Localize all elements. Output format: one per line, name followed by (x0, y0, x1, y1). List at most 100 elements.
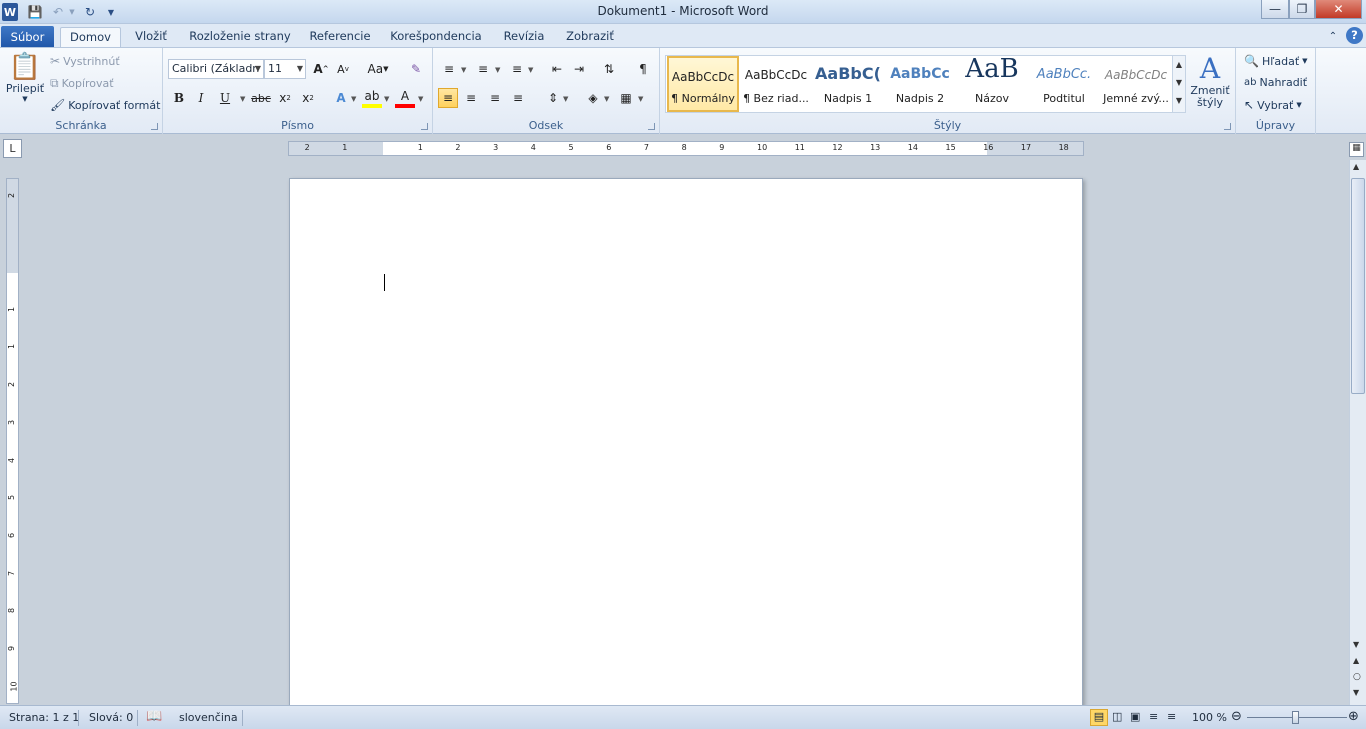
draft-icon[interactable]: ≡ (1167, 710, 1176, 723)
subscript-button[interactable]: x2 (275, 88, 295, 108)
copy-button[interactable]: ⧉ Kopírovať (50, 76, 114, 91)
format-painter-button[interactable]: 🖌 Kopírovať formát (50, 98, 160, 112)
word-count[interactable]: Slová: 0 (89, 711, 133, 724)
replace-button[interactable]: ab Nahradiť (1244, 76, 1307, 89)
numbering-button[interactable]: ≡ (473, 59, 493, 79)
bullets-dropdown-icon[interactable]: ▼ (461, 66, 466, 74)
bullets-button[interactable]: ≡ (439, 59, 459, 79)
clear-formatting-icon[interactable]: ✎ (406, 59, 426, 79)
align-center-button[interactable]: ≡ (461, 88, 481, 108)
font-size-combo[interactable]: 11 ▼ (264, 59, 306, 79)
sort-button[interactable]: ⇅ (599, 59, 619, 79)
text-effects-button[interactable]: A (331, 88, 351, 108)
view-ruler-icon[interactable]: ▦ (1349, 142, 1364, 157)
help-icon[interactable]: ? (1346, 27, 1363, 44)
restore-button[interactable]: ❐ (1289, 0, 1315, 19)
next-page-icon[interactable]: ▼ (1353, 688, 1359, 697)
zoom-out-icon[interactable]: ⊖ (1231, 709, 1242, 724)
print-layout-icon[interactable]: ▤ (1090, 709, 1108, 726)
decrease-indent-button[interactable]: ⇤ (547, 59, 567, 79)
text-effects-dropdown-icon[interactable]: ▼ (351, 95, 356, 103)
style-no-spacing[interactable]: AaBbCcDc ¶ Bez riad... (740, 56, 812, 112)
numbering-dropdown-icon[interactable]: ▼ (495, 66, 500, 74)
close-button[interactable]: ✕ (1315, 0, 1362, 19)
italic-button[interactable]: I (191, 88, 211, 108)
shrink-font-button[interactable]: Av (333, 59, 353, 79)
align-left-button[interactable]: ≡ (438, 88, 458, 108)
styles-launcher-icon[interactable] (1224, 123, 1231, 130)
justify-button[interactable]: ≡ (508, 88, 528, 108)
change-styles-button[interactable]: A Zmeniť štýly (1189, 53, 1231, 117)
more-styles-icon[interactable]: ▼ (1173, 92, 1185, 110)
style-heading-2[interactable]: AaBbCc Nadpis 2 (884, 56, 956, 112)
select-button[interactable]: ↖ Vybrať ▼ (1244, 98, 1302, 112)
style-subtle-emphasis[interactable]: AaBbCcDc Jemné zvý... (1100, 56, 1172, 112)
line-spacing-button[interactable]: ⇕ (543, 88, 563, 108)
tab-insert[interactable]: Vložiť (128, 27, 174, 48)
paragraph-launcher-icon[interactable] (648, 123, 655, 130)
zoom-slider-thumb[interactable] (1292, 711, 1299, 724)
multilevel-list-button[interactable]: ≡ (507, 59, 527, 79)
scroll-thumb[interactable] (1351, 178, 1365, 394)
cut-button[interactable]: ✂ Vystrihnúť (50, 54, 120, 68)
minimize-ribbon-icon[interactable]: ⌃ (1325, 27, 1341, 48)
borders-dropdown-icon[interactable]: ▼ (638, 95, 643, 103)
style-heading-1[interactable]: AaBbC( Nadpis 1 (812, 56, 884, 112)
scroll-down-icon[interactable]: ▼ (1353, 640, 1359, 649)
superscript-button[interactable]: x2 (298, 88, 318, 108)
shading-button[interactable]: ◈ (583, 88, 603, 108)
document-page[interactable] (289, 178, 1083, 706)
tab-view[interactable]: Zobraziť (560, 27, 620, 48)
outline-icon[interactable]: ≡ (1149, 710, 1158, 723)
font-color-dropdown-icon[interactable]: ▼ (418, 95, 423, 103)
strikethrough-button[interactable]: abc (251, 88, 271, 108)
style-normal[interactable]: AaBbCcDc ¶ Normálny (667, 56, 739, 112)
minimize-button[interactable]: — (1261, 0, 1289, 19)
highlight-button[interactable]: ab (362, 88, 382, 108)
zoom-in-icon[interactable]: ⊕ (1348, 709, 1359, 724)
vertical-scrollbar[interactable]: ▲ ▼ ▲ ○ ▼ (1349, 160, 1366, 705)
grow-font-button[interactable]: A ^ (311, 59, 331, 79)
browse-object-icon[interactable]: ○ (1353, 672, 1361, 682)
horizontal-ruler[interactable]: 2 1 1 2 3 4 5 6 7 8 9 10 11 12 13 14 15 16 17 18 (288, 141, 1084, 156)
tab-mailings[interactable]: Korešpondencia (386, 27, 486, 48)
font-color-button[interactable]: A (395, 88, 415, 108)
proofing-icon[interactable]: 📖 (146, 709, 162, 724)
tab-review[interactable]: Revízia (497, 27, 551, 48)
style-title[interactable]: AaB Názov (956, 56, 1028, 112)
borders-button[interactable]: ▦ (616, 88, 636, 108)
vertical-ruler[interactable]: 211234567891011 (6, 178, 19, 729)
previous-page-icon[interactable]: ▲ (1353, 656, 1359, 665)
font-name-combo[interactable]: Calibri (Základn ▼ (168, 59, 264, 79)
style-subtitle[interactable]: AaBbCc. Podtitul (1028, 56, 1100, 112)
align-right-button[interactable]: ≡ (485, 88, 505, 108)
styles-gallery-scroll[interactable]: ▲ ▼ ▼ (1172, 55, 1186, 113)
bold-button[interactable]: B (169, 88, 189, 108)
underline-dropdown-icon[interactable]: ▼ (240, 95, 245, 103)
zoom-level[interactable]: 100 % (1192, 711, 1227, 724)
change-case-button[interactable]: Aa ▼ (365, 59, 391, 79)
full-screen-reading-icon[interactable]: ◫ (1112, 710, 1122, 723)
line-spacing-dropdown-icon[interactable]: ▼ (563, 95, 568, 103)
tab-selector-icon[interactable]: L (3, 139, 22, 158)
highlight-dropdown-icon[interactable]: ▼ (384, 95, 389, 103)
clipboard-launcher-icon[interactable] (151, 123, 158, 130)
font-launcher-icon[interactable] (421, 123, 428, 130)
increase-indent-button[interactable]: ⇥ (569, 59, 589, 79)
chevron-down-icon[interactable]: ▼ (1173, 74, 1185, 92)
tab-page-layout[interactable]: Rozloženie strany (185, 27, 295, 48)
tab-file[interactable]: Súbor (1, 26, 54, 48)
language[interactable]: slovenčina (179, 711, 238, 724)
find-button[interactable]: 🔍 Hľadať ▼ (1244, 54, 1308, 68)
show-formatting-button[interactable]: ¶ (633, 59, 653, 79)
shading-dropdown-icon[interactable]: ▼ (604, 95, 609, 103)
scroll-up-icon[interactable]: ▲ (1353, 162, 1359, 171)
chevron-up-icon[interactable]: ▲ (1173, 56, 1185, 74)
paste-button[interactable]: 📋 Prilepiť ▼ (6, 52, 44, 114)
underline-button[interactable]: U (215, 88, 235, 108)
web-layout-icon[interactable]: ▣ (1130, 710, 1140, 723)
tab-home[interactable]: Domov (60, 27, 121, 48)
multilevel-dropdown-icon[interactable]: ▼ (528, 66, 533, 74)
tab-references[interactable]: Referencie (304, 27, 376, 48)
page-count[interactable]: Strana: 1 z 1 (9, 711, 79, 724)
